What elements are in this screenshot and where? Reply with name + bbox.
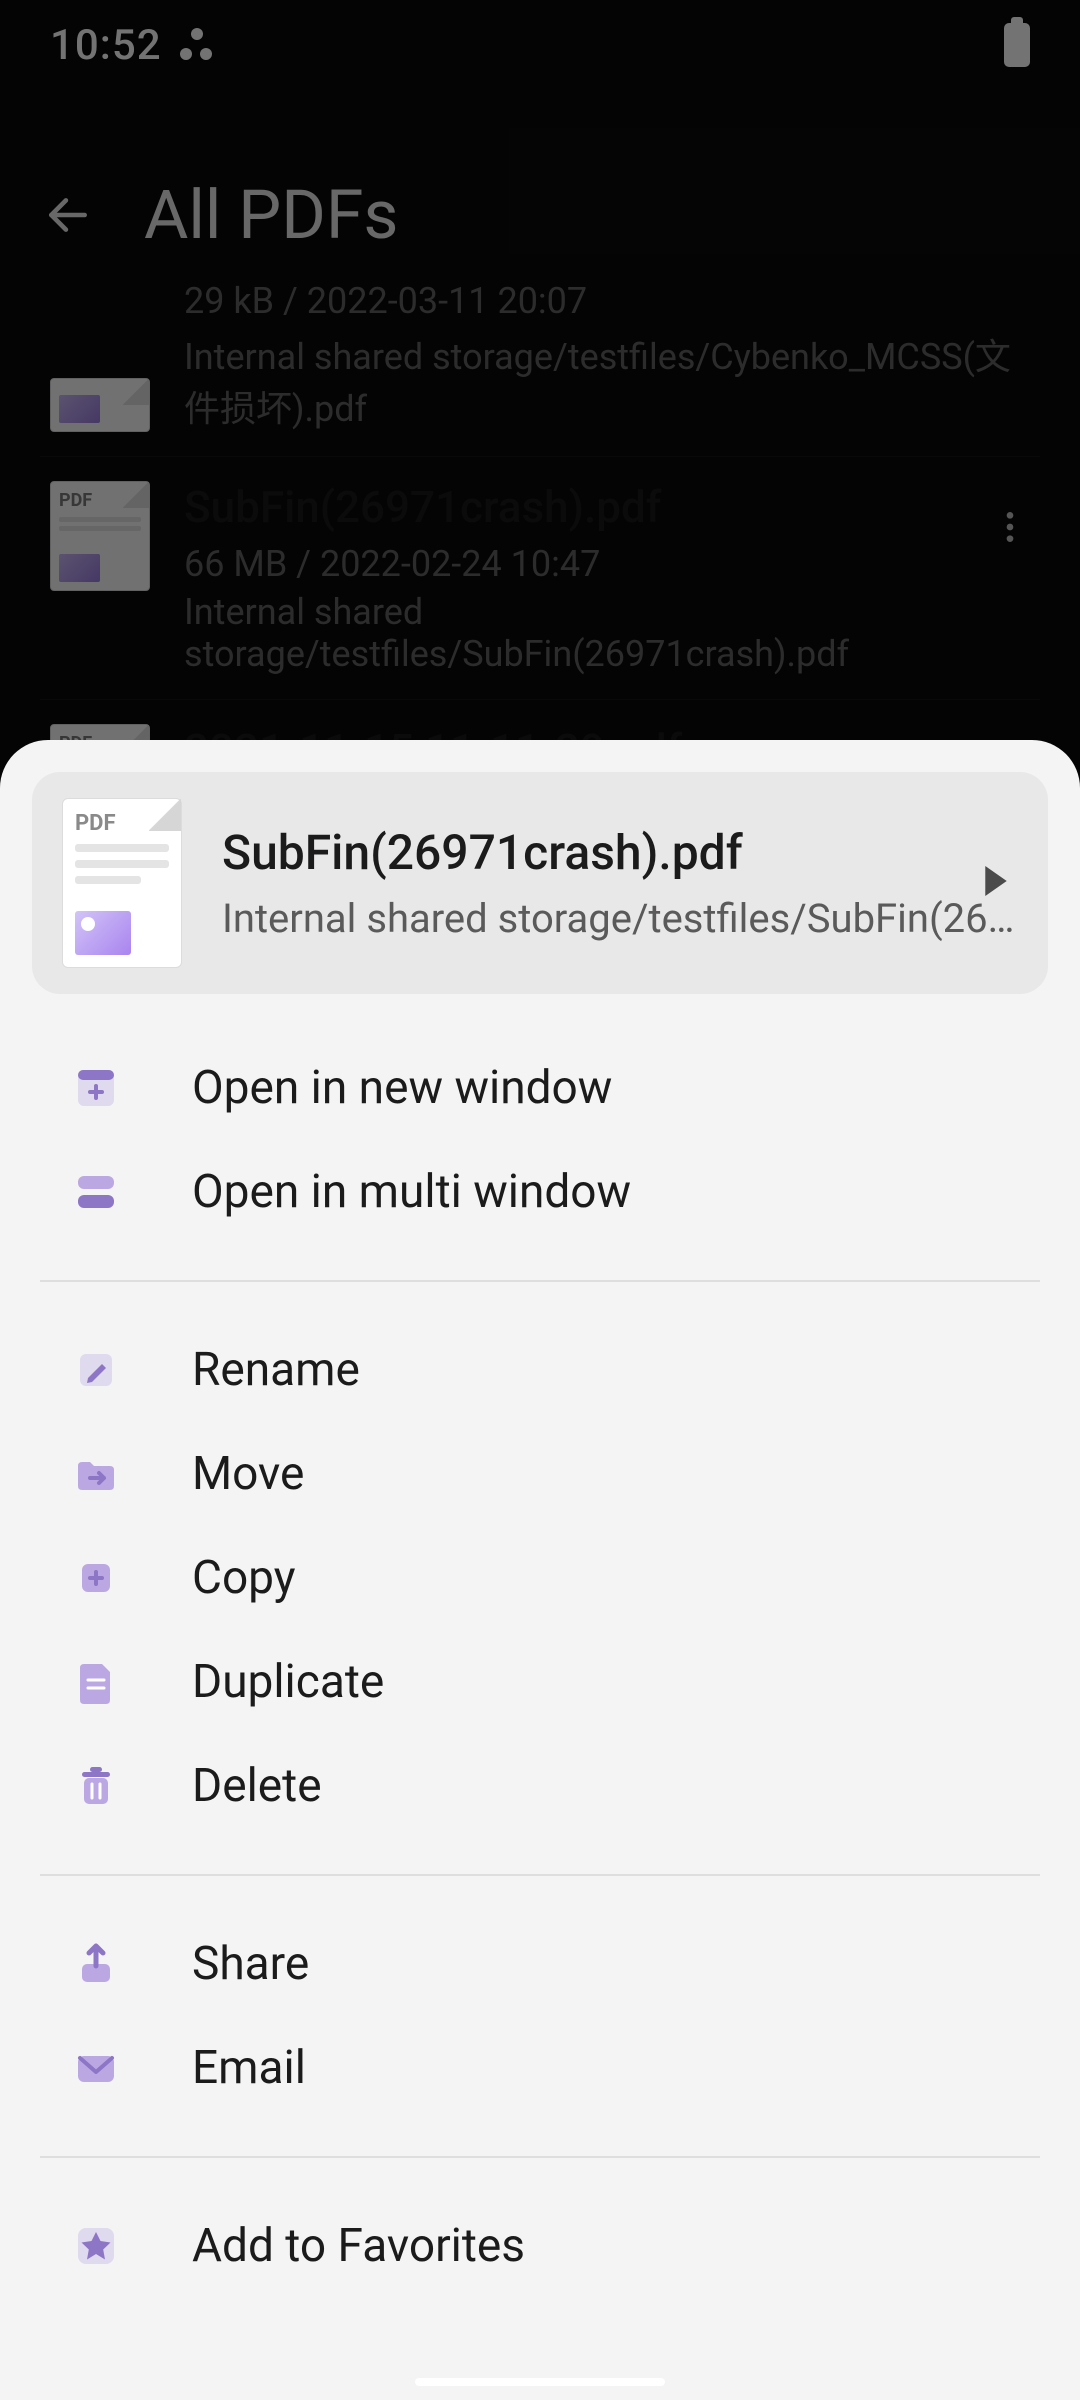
menu-separator <box>40 1280 1040 1282</box>
menu-item-label: Open in new window <box>192 1061 612 1115</box>
menu-separator <box>40 1874 1040 1876</box>
share-up-icon <box>72 1940 120 1988</box>
split-window-icon <box>72 1168 120 1216</box>
trash-icon <box>72 1762 120 1810</box>
copy-plus-icon <box>72 1554 120 1602</box>
sheet-menu: Open in new window Open in multi window Re… <box>0 1026 1080 2308</box>
folder-arrow-icon <box>72 1450 120 1498</box>
menu-item-open-multi-window[interactable]: Open in multi window <box>0 1140 1080 1244</box>
menu-item-label: Email <box>192 2041 306 2095</box>
sheet-file-path: Internal shared storage/testfiles/SubFin… <box>222 895 1018 942</box>
mail-icon <box>72 2044 120 2092</box>
window-plus-icon <box>72 1064 120 1112</box>
menu-item-share[interactable]: Share <box>0 1912 1080 2016</box>
nav-handle[interactable] <box>415 2378 665 2386</box>
menu-item-label: Rename <box>192 1343 360 1397</box>
menu-separator <box>40 2156 1040 2158</box>
menu-item-copy[interactable]: Copy <box>0 1526 1080 1630</box>
pdf-thumbnail-icon: PDF <box>62 798 182 968</box>
document-icon <box>72 1658 120 1706</box>
menu-item-delete[interactable]: Delete <box>0 1734 1080 1838</box>
menu-item-duplicate[interactable]: Duplicate <box>0 1630 1080 1734</box>
pencil-icon <box>72 1346 120 1394</box>
menu-item-label: Move <box>192 1447 304 1501</box>
menu-item-label: Add to Favorites <box>192 2219 525 2273</box>
menu-item-label: Open in multi window <box>192 1165 631 1219</box>
menu-item-open-new-window[interactable]: Open in new window <box>0 1036 1080 1140</box>
menu-item-label: Copy <box>192 1551 296 1605</box>
action-sheet: PDF SubFin(26971crash).pdf Internal shar… <box>0 740 1080 2400</box>
menu-item-label: Share <box>192 1937 309 1991</box>
sheet-file-header[interactable]: PDF SubFin(26971crash).pdf Internal shar… <box>32 772 1048 994</box>
menu-item-email[interactable]: Email <box>0 2016 1080 2120</box>
star-icon <box>72 2222 120 2270</box>
menu-item-label: Delete <box>192 1759 322 1813</box>
menu-item-favorite[interactable]: Add to Favorites <box>0 2194 1080 2298</box>
sheet-file-name: SubFin(26971crash).pdf <box>222 824 1018 881</box>
chevron-right-icon <box>984 866 1008 900</box>
menu-item-rename[interactable]: Rename <box>0 1318 1080 1422</box>
menu-item-label: Duplicate <box>192 1655 384 1709</box>
menu-item-move[interactable]: Move <box>0 1422 1080 1526</box>
